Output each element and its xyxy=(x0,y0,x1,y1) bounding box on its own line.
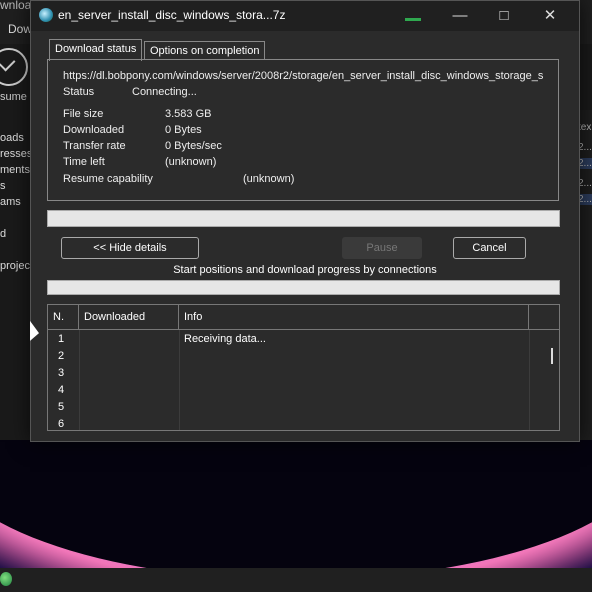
category-item[interactable]: projec xyxy=(0,260,30,272)
idm-app-icon xyxy=(39,8,53,22)
download-list-row[interactable]: 2... xyxy=(578,178,592,189)
cancel-button[interactable]: Cancel xyxy=(453,237,526,259)
downloaded-label: Downloaded xyxy=(63,124,125,136)
transfer-rate-label: Transfer rate xyxy=(63,140,126,152)
table-scrollbar[interactable] xyxy=(543,330,559,430)
table-row-number[interactable]: 3 xyxy=(58,367,64,379)
download-status-panel: https://dl.bobpony.com/windows/server/20… xyxy=(47,59,559,201)
table-row-number[interactable]: 5 xyxy=(58,401,64,413)
connections-table: N. Downloaded Info 1 Receiving data... 2… xyxy=(47,304,560,431)
close-button[interactable]: ✕ xyxy=(535,5,565,27)
download-list-row[interactable]: 2... xyxy=(578,142,592,153)
time-left-label: Time left xyxy=(63,156,105,168)
resume-label[interactable]: sume xyxy=(0,91,27,103)
tab-options-on-completion[interactable]: Options on completion xyxy=(144,41,266,60)
resume-icon[interactable] xyxy=(0,48,28,86)
pause-button[interactable]: Pause xyxy=(342,237,422,259)
category-item[interactable]: s xyxy=(0,180,6,192)
column-divider xyxy=(79,330,80,430)
column-divider xyxy=(179,330,180,430)
transfer-rate-value: 0 Bytes/sec xyxy=(165,140,222,152)
table-row-info[interactable]: Receiving data... xyxy=(184,333,266,345)
maximize-button[interactable]: □ xyxy=(489,5,519,27)
resume-capability-label: Resume capability xyxy=(63,173,153,185)
category-item[interactable]: oads xyxy=(0,132,24,144)
download-list-row[interactable]: 2... xyxy=(578,194,592,205)
idm-taskbar-icon[interactable] xyxy=(0,572,12,586)
category-item[interactable]: d xyxy=(0,228,6,240)
category-item[interactable]: resses xyxy=(0,148,32,160)
connections-caption: Start positions and download progress by… xyxy=(173,264,437,276)
connections-progress-bar xyxy=(47,280,560,295)
download-list-row[interactable]: tex xyxy=(578,122,591,133)
download-list-row[interactable]: 2... xyxy=(578,158,592,169)
hide-details-button[interactable]: << Hide details xyxy=(61,237,199,259)
minimize-button[interactable]: — xyxy=(445,5,475,27)
time-left-value: (unknown) xyxy=(165,156,217,168)
category-item[interactable]: ams xyxy=(0,196,21,208)
activity-indicator-icon xyxy=(405,18,421,21)
tab-download-status[interactable]: Download status xyxy=(49,39,143,61)
table-row-number[interactable]: 2 xyxy=(58,350,64,362)
column-header-extra[interactable] xyxy=(529,305,559,330)
table-row-number[interactable]: 1 xyxy=(58,333,64,345)
taskbar xyxy=(0,568,592,592)
file-size-label: File size xyxy=(63,108,104,120)
dialog-titlebar[interactable]: en_server_install_disc_windows_stora...7… xyxy=(31,1,579,31)
downloaded-value: 0 Bytes xyxy=(165,124,202,136)
download-dialog: en_server_install_disc_windows_stora...7… xyxy=(30,0,580,442)
resume-capability-value: (unknown) xyxy=(243,173,295,185)
overall-progress-bar xyxy=(47,210,560,227)
status-label: Status xyxy=(63,86,95,98)
background-menu-item-downloads[interactable]: Dow xyxy=(8,22,32,36)
desktop-wallpaper xyxy=(0,440,592,568)
column-header-info[interactable]: Info xyxy=(179,305,529,330)
status-value: Connecting... xyxy=(132,86,197,98)
table-row-number[interactable]: 4 xyxy=(58,384,64,396)
column-divider xyxy=(529,330,530,430)
file-size-value: 3.583 GB xyxy=(165,108,212,120)
column-header-number[interactable]: N. xyxy=(48,305,79,330)
category-item[interactable]: ments xyxy=(0,164,30,176)
dialog-title: en_server_install_disc_windows_stora...7… xyxy=(58,8,286,22)
column-header-downloaded[interactable]: Downloaded xyxy=(79,305,179,330)
download-url: https://dl.bobpony.com/windows/server/20… xyxy=(63,70,544,82)
table-row-number[interactable]: 6 xyxy=(58,418,64,430)
scrollbar-thumb[interactable] xyxy=(551,348,553,364)
